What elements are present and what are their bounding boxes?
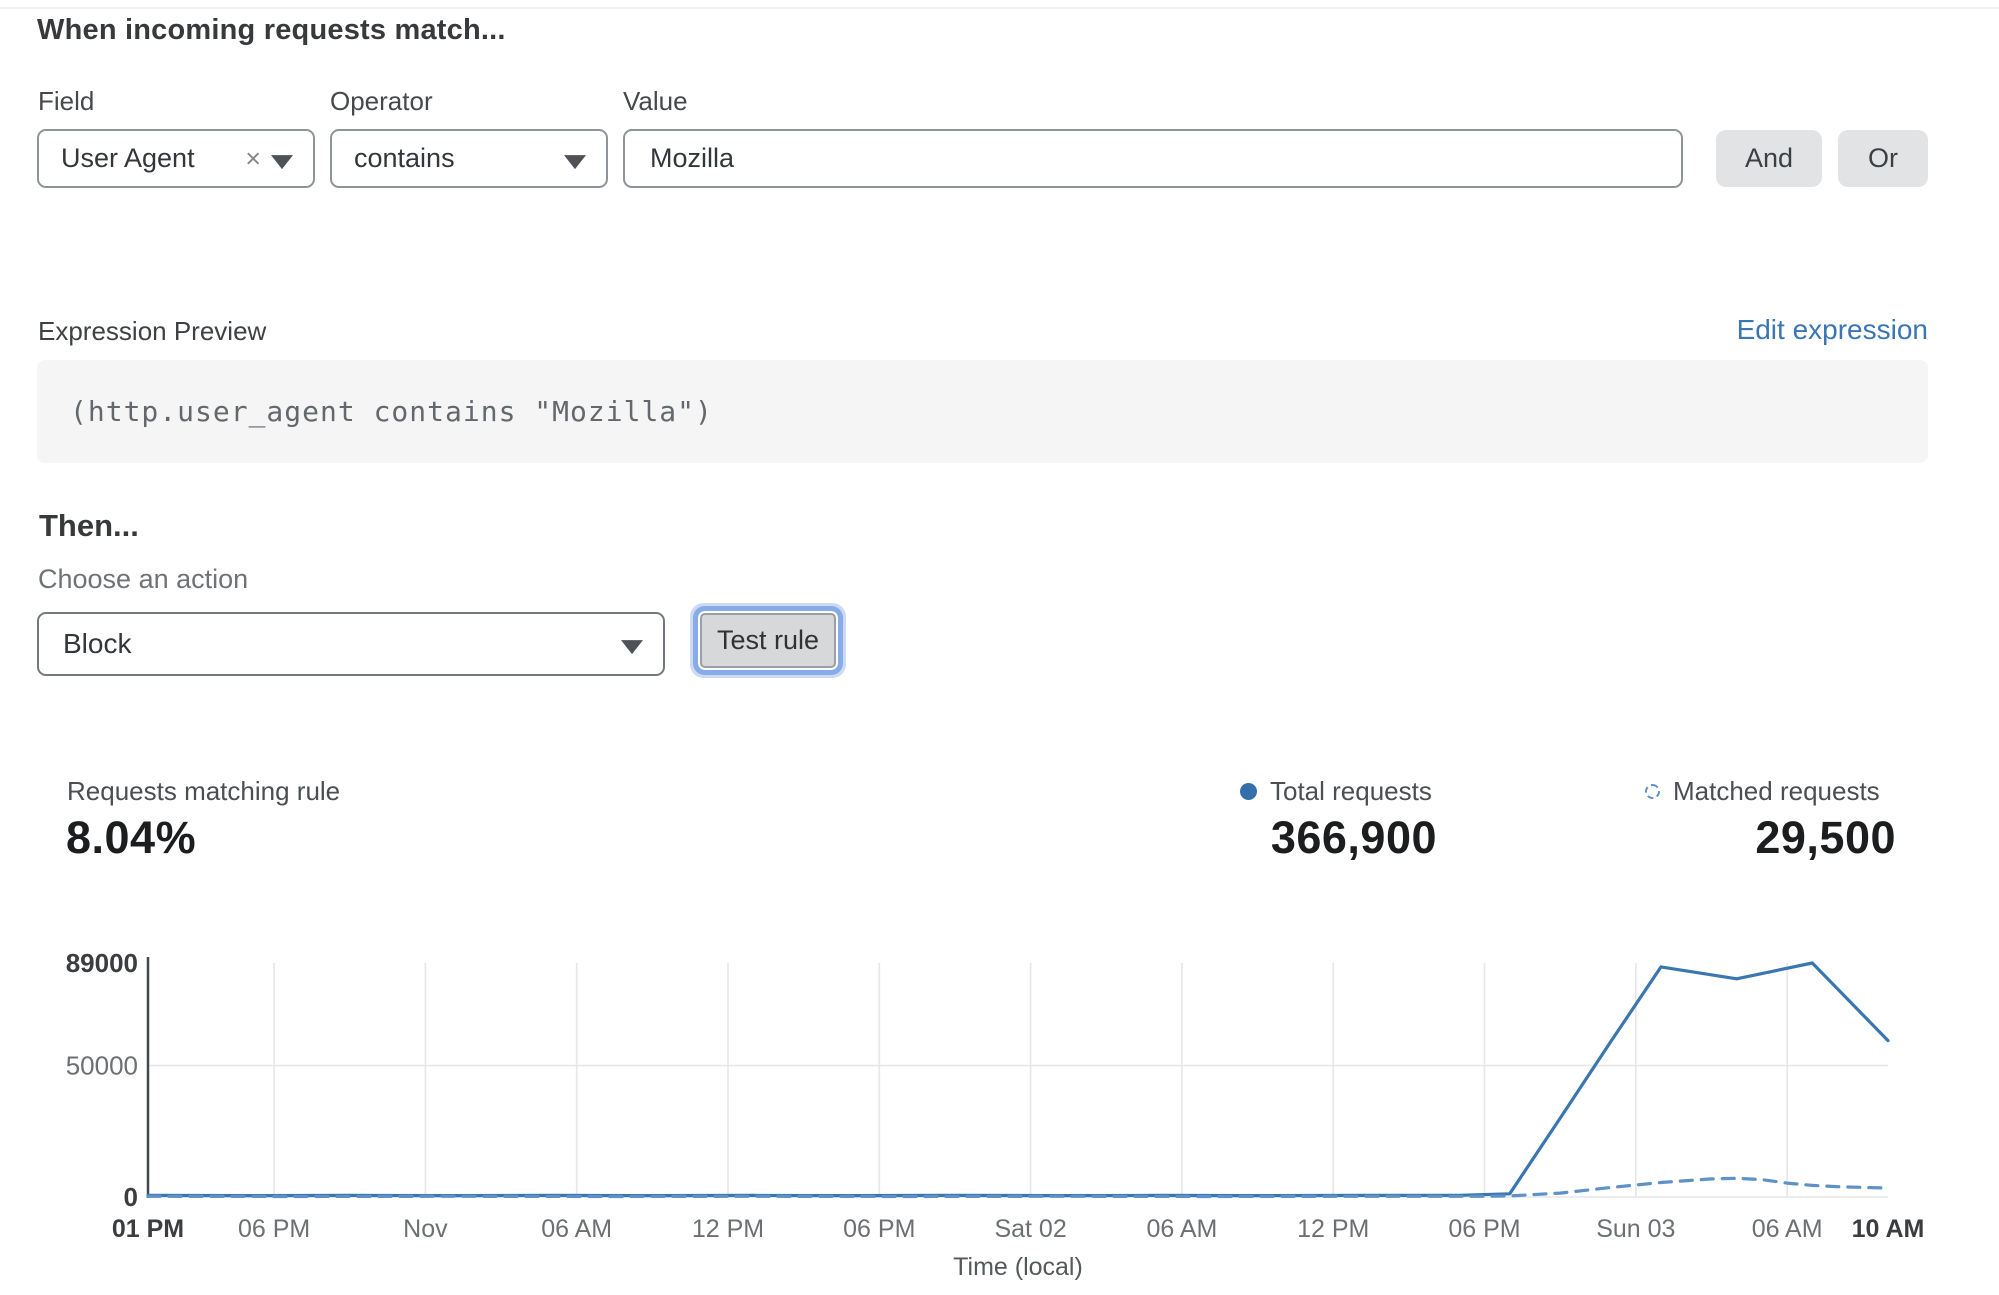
total-requests-value: 366,900 bbox=[1271, 812, 1437, 864]
chevron-down-icon[interactable] bbox=[621, 640, 643, 654]
expression-code: (http.user_agent contains "Mozilla") bbox=[37, 395, 713, 428]
operator-label: Operator bbox=[330, 86, 433, 117]
top-divider bbox=[0, 7, 1999, 9]
match-heading: When incoming requests match... bbox=[37, 14, 506, 47]
value-label: Value bbox=[623, 86, 688, 117]
svg-text:Sat 02: Sat 02 bbox=[994, 1215, 1066, 1243]
svg-text:06 PM: 06 PM bbox=[238, 1215, 310, 1243]
matched-requests-label: Matched requests bbox=[1673, 776, 1880, 807]
choose-action-label: Choose an action bbox=[38, 564, 248, 595]
chevron-down-icon[interactable] bbox=[564, 155, 586, 169]
expression-code-box: (http.user_agent contains "Mozilla") bbox=[37, 360, 1928, 463]
requests-matching-label: Requests matching rule bbox=[67, 776, 340, 807]
action-select[interactable]: Block bbox=[37, 612, 665, 676]
field-label: Field bbox=[38, 86, 94, 117]
matched-requests-value: 29,500 bbox=[1755, 812, 1896, 864]
svg-text:89000: 89000 bbox=[66, 948, 138, 978]
test-rule-button[interactable]: Test rule bbox=[700, 613, 836, 668]
svg-text:01 PM: 01 PM bbox=[112, 1215, 184, 1243]
field-select[interactable]: User Agent × bbox=[37, 129, 315, 188]
then-heading: Then... bbox=[39, 508, 139, 544]
clear-field-icon[interactable]: × bbox=[245, 145, 261, 172]
and-button[interactable]: And bbox=[1716, 130, 1822, 187]
svg-text:06 AM: 06 AM bbox=[1752, 1215, 1823, 1243]
svg-text:10 AM: 10 AM bbox=[1852, 1215, 1925, 1243]
svg-text:12 PM: 12 PM bbox=[1297, 1215, 1369, 1243]
total-requests-label: Total requests bbox=[1270, 776, 1432, 807]
legend-total-requests: Total requests bbox=[1240, 776, 1432, 807]
rule-test-page: When incoming requests match... Field Op… bbox=[0, 0, 1999, 1295]
svg-text:06 PM: 06 PM bbox=[843, 1215, 915, 1243]
svg-text:0: 0 bbox=[124, 1182, 138, 1212]
svg-text:06 AM: 06 AM bbox=[1146, 1215, 1217, 1243]
field-select-value: User Agent bbox=[61, 143, 195, 174]
value-input[interactable] bbox=[625, 131, 1681, 186]
operator-select-value: contains bbox=[354, 143, 455, 174]
svg-text:Sun 03: Sun 03 bbox=[1596, 1215, 1675, 1243]
svg-text:12 PM: 12 PM bbox=[692, 1215, 764, 1243]
total-requests-dot-icon bbox=[1240, 783, 1257, 800]
operator-select[interactable]: contains bbox=[330, 129, 608, 188]
svg-text:50000: 50000 bbox=[66, 1051, 138, 1081]
action-select-value: Block bbox=[63, 628, 131, 660]
matched-requests-dashed-circle-icon bbox=[1645, 784, 1660, 799]
svg-text:06 PM: 06 PM bbox=[1448, 1215, 1520, 1243]
svg-text:Nov: Nov bbox=[403, 1215, 448, 1243]
edit-expression-link[interactable]: Edit expression bbox=[1737, 314, 1928, 346]
svg-text:06 AM: 06 AM bbox=[541, 1215, 612, 1243]
legend-matched-requests: Matched requests bbox=[1645, 776, 1880, 807]
or-button[interactable]: Or bbox=[1838, 130, 1928, 187]
expression-preview-label: Expression Preview bbox=[38, 316, 266, 347]
value-field-wrap bbox=[623, 129, 1683, 188]
requests-matching-value: 8.04% bbox=[66, 812, 196, 864]
chevron-down-icon[interactable] bbox=[271, 155, 293, 169]
svg-text:Time (local): Time (local) bbox=[953, 1253, 1083, 1281]
